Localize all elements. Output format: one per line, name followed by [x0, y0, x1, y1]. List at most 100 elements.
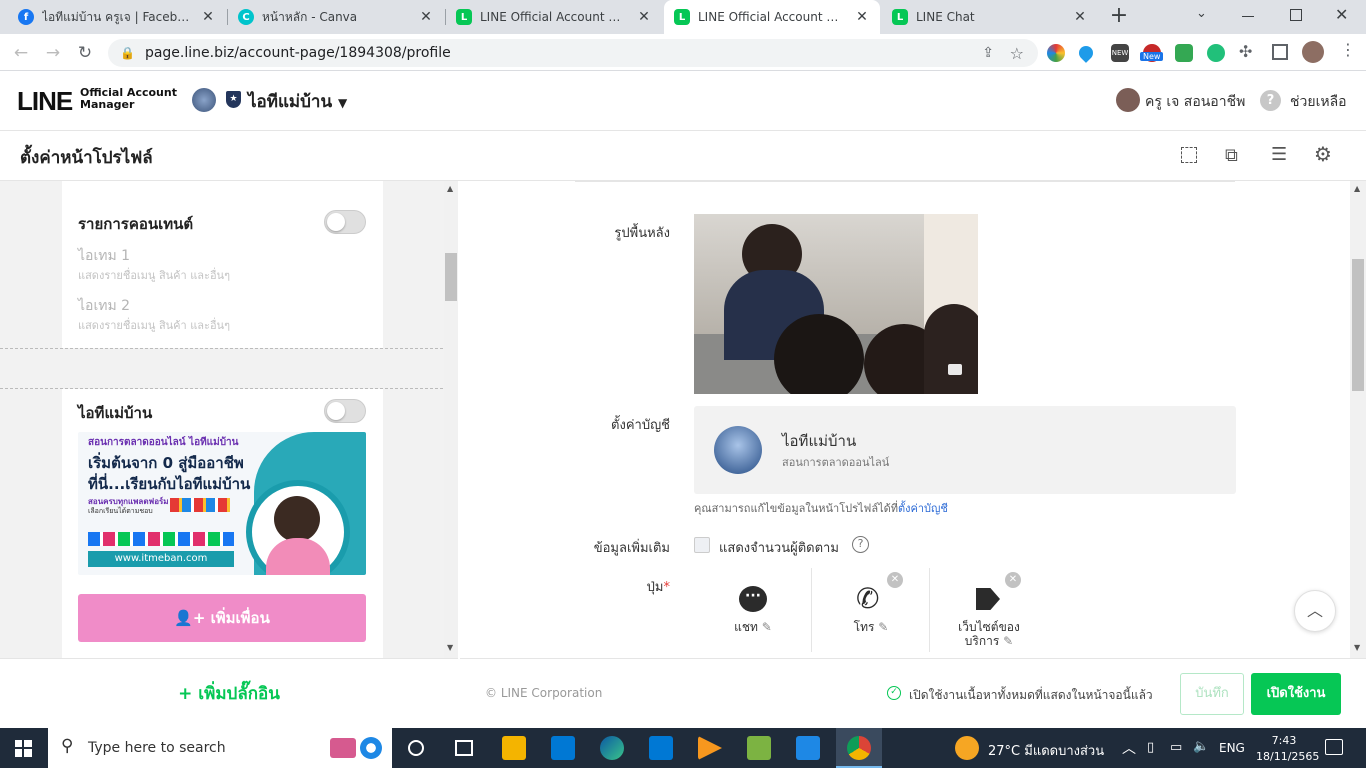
help-icon[interactable]: ?	[1260, 90, 1281, 111]
taskbar-search-box[interactable]: ⚲ Type here to search	[48, 728, 392, 768]
tab-search-icon[interactable]: ⌄	[1196, 6, 1207, 21]
camera-icon[interactable]	[948, 364, 962, 375]
mail-icon[interactable]	[649, 736, 673, 760]
grammarly-extension-icon[interactable]	[1207, 44, 1225, 62]
weather-sun-icon	[955, 736, 979, 760]
profile-card-toggle[interactable]	[324, 399, 366, 423]
language-indicator[interactable]: ENG	[1219, 741, 1245, 755]
forward-icon[interactable]: →	[42, 42, 64, 64]
close-icon[interactable]: ✕	[200, 9, 216, 25]
close-icon[interactable]: ✕	[1072, 9, 1088, 25]
account-settings-link[interactable]: ตั้งค่าบัญชี	[898, 502, 948, 515]
edge-icon[interactable]	[600, 736, 624, 760]
right-scrollbar[interactable]: ▲ ▼	[1350, 181, 1366, 658]
list-sort-icon[interactable]: ☰	[1271, 144, 1287, 165]
required-mark: *	[663, 580, 671, 595]
button-tile-website[interactable]: ✕ เว็บไซต์ของ บริการ ✎	[930, 568, 1048, 652]
news-extension-icon[interactable]: NEW	[1111, 44, 1129, 62]
browser-menu-icon[interactable]: ⋮	[1340, 40, 1356, 59]
logo-subtitle: Official Account Manager	[80, 87, 177, 111]
reload-icon[interactable]: ↻	[74, 42, 96, 64]
profile-avatar[interactable]	[1302, 41, 1324, 63]
photos-icon[interactable]	[796, 736, 820, 760]
browser-tab-canva[interactable]: C หน้าหลัก - Canva ✕	[228, 0, 444, 34]
pencil-icon[interactable]: ✎	[878, 620, 888, 634]
edit-note: คุณสามารถแก้ไขข้อมูลในหน้าโปรไฟล์ได้ที่ต…	[694, 499, 948, 517]
file-explorer-icon[interactable]	[502, 736, 526, 760]
scroll-down-arrow-icon[interactable]: ▼	[1354, 643, 1360, 652]
remove-button-icon[interactable]: ✕	[887, 572, 903, 588]
tray-chevron-icon[interactable]: ︿	[1122, 738, 1136, 758]
new-badge: New	[1140, 52, 1164, 61]
browser-tab-line-oa-2[interactable]: L LINE Official Account Manag ✕	[664, 0, 880, 34]
scroll-up-arrow-icon[interactable]: ▲	[1354, 184, 1360, 193]
account-info-name: ไอทีแม่บ้าน	[782, 432, 857, 450]
pencil-icon[interactable]: ✎	[762, 620, 772, 634]
new-tab-button[interactable]: +	[1106, 4, 1132, 30]
left-scrollbar[interactable]: ▲ ▼	[444, 181, 458, 658]
close-icon[interactable]: ✕	[636, 9, 652, 25]
close-icon[interactable]: ✕	[854, 9, 870, 25]
help-link[interactable]: ช่วยเหลือ	[1290, 91, 1347, 113]
side-panel-icon[interactable]	[1272, 44, 1288, 60]
check-circle-icon: ✓	[887, 686, 901, 700]
drop-extension-icon[interactable]	[1076, 43, 1096, 63]
browser-tab-line-chat[interactable]: L LINE Chat ✕	[882, 0, 1098, 34]
photo-student-3	[924, 304, 978, 394]
weather-text[interactable]: 27°C มีแดดบางส่วน	[988, 740, 1104, 761]
pencil-icon[interactable]: ✎	[1003, 634, 1013, 648]
windows-start-icon[interactable]	[15, 740, 32, 757]
user-avatar	[1116, 88, 1140, 112]
layout-icon[interactable]	[1181, 147, 1197, 163]
url-bar[interactable]: 🔒 page.line.biz/account-page/1894308/pro…	[108, 39, 1038, 67]
page-title-bar: ตั้งค่าหน้าโปรไฟล์ ⧉ ☰ ⚙	[0, 131, 1366, 181]
show-followers-checkbox[interactable]	[694, 537, 710, 553]
scroll-thumb[interactable]	[445, 253, 457, 301]
volume-icon[interactable]: 🔈	[1193, 739, 1209, 754]
store-icon[interactable]	[551, 736, 575, 760]
share-icon[interactable]: ⇪	[982, 45, 994, 61]
back-icon[interactable]: ←	[10, 42, 32, 64]
restore-icon[interactable]	[1290, 9, 1302, 21]
app-header: LINE Official Account Manager ★ ไอทีแม่บ…	[0, 71, 1366, 131]
notification-icon[interactable]	[1325, 739, 1343, 755]
scroll-down-arrow-icon[interactable]: ▼	[447, 643, 453, 652]
scroll-up-arrow-icon[interactable]: ▲	[447, 184, 453, 193]
tab-title: หน้าหลัก - Canva	[262, 9, 358, 24]
settings-gear-icon[interactable]: ⚙	[1314, 142, 1332, 166]
open-external-icon[interactable]: ⧉	[1225, 145, 1238, 166]
device-icon[interactable]: ▯	[1147, 740, 1154, 755]
button-tile-chat[interactable]: ··· แชท ✎	[694, 568, 812, 652]
close-icon[interactable]: ✕	[418, 9, 434, 25]
minimize-icon[interactable]	[1242, 16, 1254, 17]
item-2-title: ไอเทม 2	[78, 298, 131, 314]
bookmark-star-icon[interactable]: ☆	[1010, 44, 1024, 63]
browser-tab-line-oa-1[interactable]: L LINE Official Account Manag ✕	[446, 0, 662, 34]
account-switcher[interactable]: ไอทีแม่บ้าน ▼	[248, 88, 347, 115]
scroll-to-top-button[interactable]: ︿	[1294, 590, 1336, 632]
color-extension-icon[interactable]	[1047, 44, 1065, 62]
edit-note-text: คุณสามารถแก้ไขข้อมูลในหน้าโปรไฟล์ได้ที่	[694, 502, 898, 515]
network-icon[interactable]: ▭	[1170, 740, 1182, 755]
save-button[interactable]: บันทึก	[1180, 673, 1244, 715]
user-name[interactable]: ครู เจ สอนอาชีพ	[1145, 91, 1245, 113]
button-tile-call[interactable]: ✆ ✕ โทร ✎	[812, 568, 930, 652]
question-icon[interactable]: ?	[852, 536, 869, 553]
clock[interactable]: 7:43 18/11/2565	[1256, 733, 1319, 765]
camtasia-icon[interactable]	[747, 736, 771, 760]
publish-button[interactable]: เปิดใช้งาน	[1251, 673, 1341, 715]
add-friend-button[interactable]: 👤+ เพิ่มเพื่อน	[78, 594, 366, 642]
window-close-icon[interactable]: ✕	[1335, 5, 1348, 24]
taskbar-chrome-active[interactable]	[836, 728, 882, 768]
cortana-icon[interactable]	[408, 740, 424, 756]
scroll-thumb[interactable]	[1352, 259, 1364, 391]
account-avatar	[192, 88, 216, 112]
extensions-puzzle-icon[interactable]: ✣	[1239, 42, 1252, 61]
remove-button-icon[interactable]: ✕	[1005, 572, 1021, 588]
content-list-toggle[interactable]	[324, 210, 366, 234]
add-plugin-button[interactable]: + เพิ่มปลั๊กอิน	[0, 680, 458, 707]
sheets-extension-icon[interactable]	[1175, 44, 1193, 62]
task-view-icon[interactable]	[455, 740, 473, 756]
background-image[interactable]	[694, 214, 978, 394]
browser-tab-facebook[interactable]: f ไอทีแม่บ้าน ครูเจ | Facebook ✕	[8, 0, 226, 34]
